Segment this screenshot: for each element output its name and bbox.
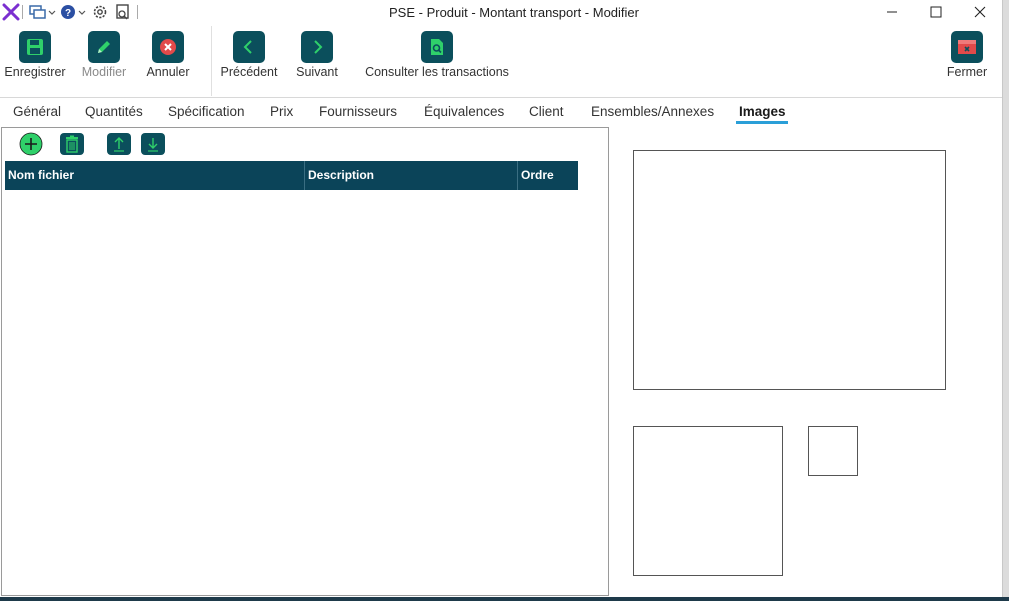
cancel-icon <box>152 31 184 63</box>
toolbar-divider <box>0 97 1002 98</box>
tab-suppliers[interactable]: Fournisseurs <box>319 104 397 119</box>
chevron-left-icon <box>233 31 265 63</box>
next-button[interactable]: Suivant <box>290 31 344 79</box>
image-preview-large <box>633 150 946 390</box>
tab-equivalences[interactable]: Équivalences <box>424 104 504 119</box>
minimize-button[interactable] <box>870 0 914 24</box>
save-icon <box>19 31 51 63</box>
cancel-label: Annuler <box>146 65 190 79</box>
background-window <box>1002 0 1009 601</box>
tab-quantities[interactable]: Quantités <box>85 104 143 119</box>
tab-prices[interactable]: Prix <box>270 104 293 119</box>
tab-client[interactable]: Client <box>529 104 564 119</box>
add-image-button[interactable] <box>19 132 43 156</box>
plus-icon <box>19 132 43 156</box>
close-label: Fermer <box>946 65 988 79</box>
tab-general[interactable]: Général <box>13 104 61 119</box>
edit-button[interactable]: Modifier <box>76 31 132 79</box>
window-title: PSE - Produit - Montant transport - Modi… <box>389 5 639 20</box>
column-header-order[interactable]: Ordre <box>518 161 578 190</box>
title-bar: ? PSE - Produit - Montant transport - Mo… <box>0 0 1002 26</box>
image-preview-medium <box>633 426 783 576</box>
delete-image-button[interactable] <box>60 133 84 155</box>
images-list-panel <box>1 127 609 596</box>
document-search-icon <box>421 31 453 63</box>
move-up-button[interactable] <box>107 133 131 155</box>
toolbar-separator <box>211 26 212 96</box>
maximize-button[interactable] <box>914 0 958 24</box>
close-window-button[interactable] <box>958 0 1002 24</box>
tab-images[interactable]: Images <box>739 104 786 119</box>
images-grid-header: Nom fichier Description Ordre <box>5 161 578 190</box>
view-transactions-label: Consulter les transactions <box>365 65 509 79</box>
pencil-icon <box>88 31 120 63</box>
taskbar-edge <box>0 597 1009 601</box>
cancel-button[interactable]: Annuler <box>140 31 196 79</box>
exit-icon <box>951 31 983 63</box>
arrow-down-icon <box>148 138 158 152</box>
next-label: Suivant <box>296 65 338 79</box>
app-window: ? PSE - Produit - Montant transport - Mo… <box>0 0 1003 597</box>
arrow-up-icon <box>114 137 124 152</box>
chevron-right-icon <box>301 31 333 63</box>
close-button[interactable]: Fermer <box>940 31 994 79</box>
save-label: Enregistrer <box>4 65 66 79</box>
trash-icon <box>66 135 78 153</box>
view-transactions-button[interactable]: Consulter les transactions <box>361 31 513 79</box>
column-header-description[interactable]: Description <box>305 161 518 190</box>
column-header-filename[interactable]: Nom fichier <box>5 161 305 190</box>
active-tab-indicator <box>736 121 788 124</box>
edit-label: Modifier <box>81 65 127 79</box>
save-button[interactable]: Enregistrer <box>3 31 67 79</box>
tab-sets-annexes[interactable]: Ensembles/Annexes <box>591 104 714 119</box>
tab-specification[interactable]: Spécification <box>168 104 245 119</box>
image-preview-small <box>808 426 858 476</box>
previous-button[interactable]: Précédent <box>217 31 281 79</box>
move-down-button[interactable] <box>141 133 165 155</box>
previous-label: Précédent <box>220 65 278 79</box>
